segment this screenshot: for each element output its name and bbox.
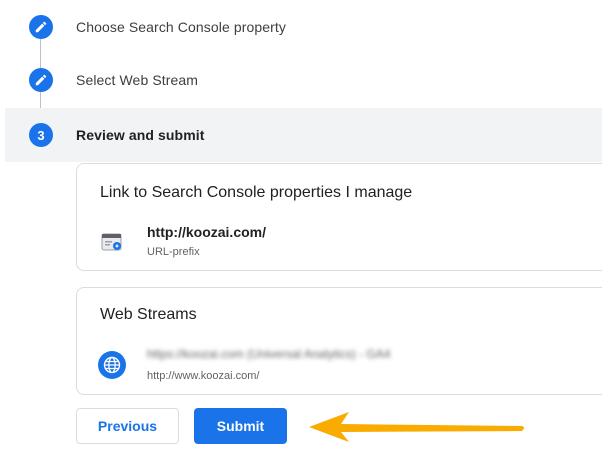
card-title: Link to Search Console properties I mana… <box>100 184 413 201</box>
stepper: Choose Search Console property Select We… <box>0 0 602 165</box>
previous-button[interactable]: Previous <box>76 408 179 444</box>
search-console-property-card: Link to Search Console properties I mana… <box>76 163 602 271</box>
step-done-pencil-icon <box>29 15 53 39</box>
pointer-arrow-annotation <box>307 406 527 451</box>
step-done-pencil-icon <box>29 68 53 92</box>
step-label: Review and submit <box>76 127 205 143</box>
property-type: URL-prefix <box>147 246 200 258</box>
step-review-and-submit[interactable]: 3 Review and submit <box>5 108 602 162</box>
stream-url: http://www.koozai.com/ <box>147 370 260 382</box>
card-title: Web Streams <box>100 306 197 323</box>
web-streams-card: Web Streams https://koozai.com (Universa… <box>76 287 602 395</box>
step-label: Select Web Stream <box>76 72 199 88</box>
step-choose-property[interactable]: Choose Search Console property <box>0 0 602 54</box>
step-select-web-stream[interactable]: Select Web Stream <box>0 53 602 107</box>
property-url: http://koozai.com/ <box>147 224 266 240</box>
globe-icon <box>98 351 126 384</box>
step-label: Choose Search Console property <box>76 19 287 35</box>
submit-button[interactable]: Submit <box>194 408 287 444</box>
stream-name-redacted: https://koozai.com (Universal Analytics)… <box>147 347 391 361</box>
step-number-badge: 3 <box>29 123 53 147</box>
search-console-icon <box>101 231 125 258</box>
